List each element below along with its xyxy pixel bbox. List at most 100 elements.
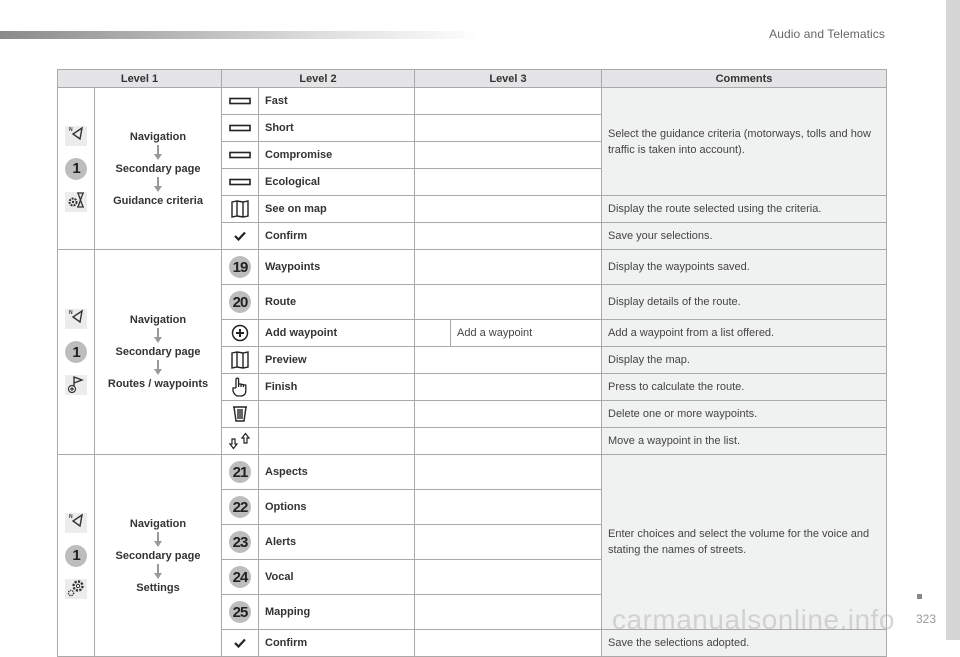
level1-step: Navigation xyxy=(129,314,187,326)
level3-empty xyxy=(414,222,602,250)
section-title: Audio and Telematics xyxy=(769,27,885,41)
level2-label: Route xyxy=(258,284,415,320)
level2-icon-cell[interactable]: 21 xyxy=(221,454,259,490)
level1-step: Navigation xyxy=(129,130,187,143)
header-gradient-bar xyxy=(0,31,480,39)
level1-path: Navigation Secondary page Routes / waypoin… xyxy=(94,249,222,455)
level2-icon-cell[interactable] xyxy=(221,427,259,455)
table-row: N 1 Navigation Secondary page Routes / waypo… xyxy=(57,249,887,455)
level1-badge-wrap: 1 xyxy=(58,152,94,186)
level2-icon-cell[interactable] xyxy=(221,346,259,374)
level3-empty xyxy=(414,346,602,374)
comment-cell: Display details of the route. xyxy=(601,284,887,320)
level3-empty xyxy=(414,87,602,115)
level3-label: Add a waypoint xyxy=(450,319,602,347)
column-header-level2: Level 2 xyxy=(221,69,415,88)
level3-empty xyxy=(414,524,602,560)
map-icon[interactable] xyxy=(230,351,250,369)
level1-step: Secondary page xyxy=(115,346,201,358)
table-row: N 1 Navigation Secondary page Guidance crite… xyxy=(57,87,887,250)
level2-icon-cell[interactable] xyxy=(221,141,259,169)
level3-empty xyxy=(414,195,602,223)
level-badge: 1 xyxy=(65,157,87,180)
navigation-icon: N xyxy=(65,125,87,146)
level3-empty xyxy=(414,594,602,630)
bar-icon[interactable] xyxy=(229,149,251,161)
level3-empty xyxy=(414,489,602,525)
level1-icon-wrap: N xyxy=(58,120,94,152)
comment-cell-shared: Select the guidance criteria (motorways,… xyxy=(601,87,887,196)
level2-icon-cell[interactable]: 25 xyxy=(221,594,259,630)
comment-cell: Display the route selected using the cri… xyxy=(601,195,887,223)
level1-badge-wrap: 1 xyxy=(58,335,94,369)
level3-empty xyxy=(414,427,602,455)
page-marker xyxy=(917,594,922,599)
comment-cell: Save your selections. xyxy=(601,222,887,250)
level1-step: Secondary page xyxy=(115,549,201,562)
check-icon[interactable] xyxy=(234,637,246,649)
level2-label: Confirm xyxy=(258,629,415,657)
navigation-menu-table: Level 1 Level 2 Level 3 Comments N 1 Navig… xyxy=(57,69,887,657)
level1-icons: N1 xyxy=(57,454,95,657)
level2-icon-cell[interactable] xyxy=(221,222,259,250)
level2-icon-cell[interactable] xyxy=(221,319,259,347)
level2-icon-cell[interactable]: 23 xyxy=(221,524,259,560)
column-header-comments: Comments xyxy=(601,69,887,88)
number-badge-icon[interactable]: 22 xyxy=(229,496,251,518)
level1-step: Settings xyxy=(136,581,180,594)
level2-icon-cell[interactable]: 22 xyxy=(221,489,259,525)
level2-label: Fast xyxy=(258,87,415,115)
level-badge: 1 xyxy=(65,341,87,363)
level2-icon-cell[interactable] xyxy=(221,114,259,142)
number-badge-icon[interactable]: 19 xyxy=(229,256,251,278)
bar-icon[interactable] xyxy=(229,122,251,134)
guidance-criteria-icon xyxy=(65,191,87,212)
level2-label: Preview xyxy=(258,346,415,374)
level1-step: Guidance criteria xyxy=(113,194,203,207)
level1-icons: N1 xyxy=(57,87,95,250)
level1-step: Routes / waypoints xyxy=(107,378,209,390)
bar-icon[interactable] xyxy=(229,176,251,188)
comment-cell: Move a waypoint in the list. xyxy=(601,427,887,455)
level2-label: Short xyxy=(258,114,415,142)
level1-icon-wrap: N xyxy=(58,507,94,539)
level2-icon-cell[interactable] xyxy=(221,168,259,196)
number-badge-icon[interactable]: 23 xyxy=(229,531,251,553)
level2-label: Finish xyxy=(258,373,415,401)
level3-empty xyxy=(414,454,602,490)
level2-icon-cell[interactable] xyxy=(221,373,259,401)
check-icon[interactable] xyxy=(234,230,246,242)
hand-pointer-icon[interactable] xyxy=(231,377,249,397)
level1-path: Navigation Secondary page Settings xyxy=(94,454,222,657)
comment-cell: Delete one or more waypoints. xyxy=(601,400,887,428)
level3-empty xyxy=(414,559,602,595)
bar-icon[interactable] xyxy=(229,95,251,107)
level3-empty xyxy=(414,141,602,169)
routes-waypoints-icon xyxy=(65,375,87,395)
trash-icon[interactable] xyxy=(232,406,248,422)
level2-label: See on map xyxy=(258,195,415,223)
column-header-level1: Level 1 xyxy=(57,69,222,88)
number-badge-icon[interactable]: 25 xyxy=(229,601,251,623)
level2-icon-cell[interactable]: 20 xyxy=(221,284,259,320)
number-badge-icon[interactable]: 21 xyxy=(229,461,251,483)
plus-circle-icon[interactable] xyxy=(231,324,249,342)
level2-icon-cell[interactable] xyxy=(221,87,259,115)
level1-icons: N1 xyxy=(57,249,95,455)
level2-label: Add waypoint xyxy=(258,319,415,347)
level2-label: Options xyxy=(258,489,415,525)
move-arrows-icon[interactable] xyxy=(229,432,251,450)
level2-icon-cell[interactable]: 19 xyxy=(221,249,259,285)
level3-empty xyxy=(414,168,602,196)
level2-icon-cell[interactable] xyxy=(221,400,259,428)
number-badge-icon[interactable]: 20 xyxy=(229,291,251,313)
map-icon[interactable] xyxy=(230,200,250,218)
level2-icon-cell[interactable] xyxy=(221,629,259,657)
level2-icon-cell[interactable]: 24 xyxy=(221,559,259,595)
level2-label: Compromise xyxy=(258,141,415,169)
number-badge-icon[interactable]: 24 xyxy=(229,566,251,588)
comment-cell: Add a waypoint from a list offered. xyxy=(601,319,887,347)
level2-label xyxy=(258,400,415,428)
level2-label: Mapping xyxy=(258,594,415,630)
level2-icon-cell[interactable] xyxy=(221,195,259,223)
